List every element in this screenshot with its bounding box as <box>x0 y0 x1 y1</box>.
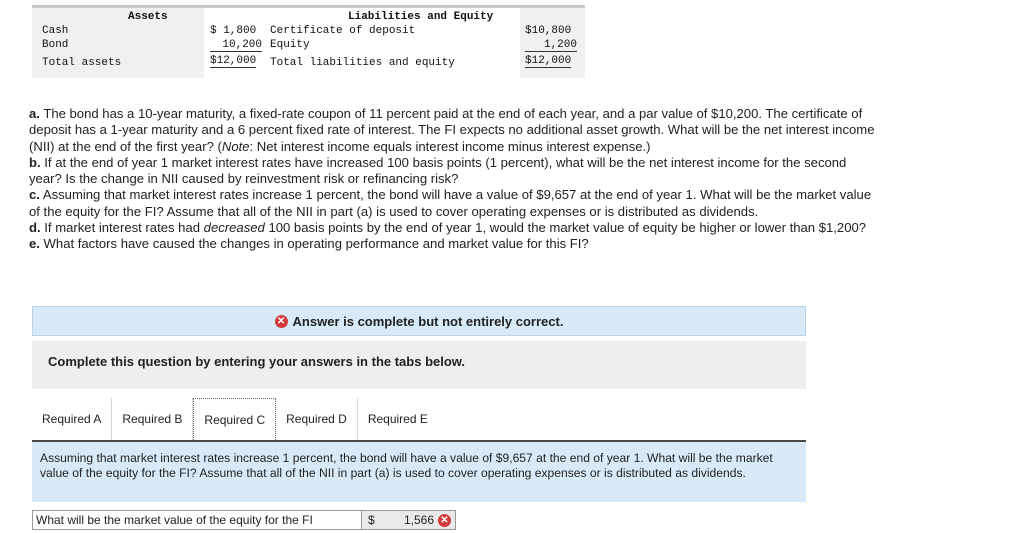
part-d-emphasis: decreased <box>203 220 265 236</box>
tab-panel-text: Assuming that market interest rates incr… <box>40 451 773 480</box>
part-a-note: Note <box>221 138 250 154</box>
answer-status-banner: ✕ Answer is complete but not entirely co… <box>32 306 806 336</box>
tab-required-d[interactable]: Required D <box>276 398 358 440</box>
part-c-text: Assuming that market interest rates incr… <box>29 187 872 219</box>
part-b-text: If at the end of year 1 market interest … <box>29 154 847 187</box>
tab-required-a[interactable]: Required A <box>32 398 113 440</box>
question-part-c: c. Assuming that market interest rates i… <box>29 187 879 220</box>
liability-label-total: Total liabilities and equity <box>270 57 455 69</box>
tab-required-e[interactable]: Required E <box>357 398 438 440</box>
answer-input-cell[interactable]: $ 1,566 ✕ <box>362 510 456 530</box>
asset-amount-cash: $ 1,800 <box>210 25 257 37</box>
assets-header: Assets <box>128 11 168 23</box>
balance-sheet: Assets Liabilities and Equity Cash $ 1,8… <box>32 5 585 79</box>
liability-amount-total: $12,000 <box>525 55 572 68</box>
liabilities-header: Liabilities and Equity <box>348 11 494 23</box>
part-d-text: If market interest rates had <box>40 220 204 236</box>
question-part-e: e. What factors have caused the changes … <box>29 236 879 252</box>
question-part-b: b. If at the end of year 1 market intere… <box>29 155 879 188</box>
answer-value[interactable]: 1,566 <box>404 513 434 527</box>
instructions-box: Complete this question by entering your … <box>32 341 806 389</box>
asset-amount-bond: 10,200 <box>210 39 262 52</box>
question-part-d: d. If market interest rates had decrease… <box>29 220 879 236</box>
liability-amount-cd: $10,800 <box>525 25 572 37</box>
part-d-label: d. <box>29 220 41 236</box>
liability-label-equity: Equity <box>270 39 310 51</box>
answer-question-cell: What will be the market value of the equ… <box>32 510 362 530</box>
tab-panel: Assuming that market interest rates incr… <box>32 442 806 502</box>
part-e-label: e. <box>29 236 40 252</box>
instructions-text: Complete this question by entering your … <box>48 354 466 369</box>
question-part-a: a. The bond has a 10-year maturity, a fi… <box>29 106 879 155</box>
asset-amount-total: $12,000 <box>210 55 257 68</box>
incorrect-x-icon: ✕ <box>438 513 451 527</box>
asset-label-cash: Cash <box>42 25 69 37</box>
liability-amount-equity: 1,200 <box>525 39 577 52</box>
part-a-text-end: : Net interest income equals interest in… <box>249 138 651 154</box>
tab-required-b[interactable]: Required B <box>112 398 194 440</box>
question-text: a. The bond has a 10-year maturity, a fi… <box>29 106 879 253</box>
liability-label-cd: Certificate of deposit <box>270 25 416 37</box>
currency-symbol: $ <box>368 513 375 527</box>
answer-status-text: Answer is complete but not entirely corr… <box>292 313 564 329</box>
x-circle-icon: ✕ <box>274 314 288 328</box>
tab-bar: Required A Required B Required C Require… <box>32 398 438 440</box>
part-e-text: What factors have caused the changes in … <box>39 236 589 252</box>
tab-required-c[interactable]: Required C <box>193 398 277 440</box>
part-a-label: a. <box>29 106 40 121</box>
answer-row: What will be the market value of the equ… <box>32 510 456 530</box>
asset-label-total: Total assets <box>42 57 122 69</box>
part-d-text-end: 100 basis points by the end of year 1, w… <box>264 220 867 236</box>
part-c-label: c. <box>29 187 40 203</box>
asset-label-bond: Bond <box>42 39 69 51</box>
part-b-label: b. <box>29 154 41 170</box>
